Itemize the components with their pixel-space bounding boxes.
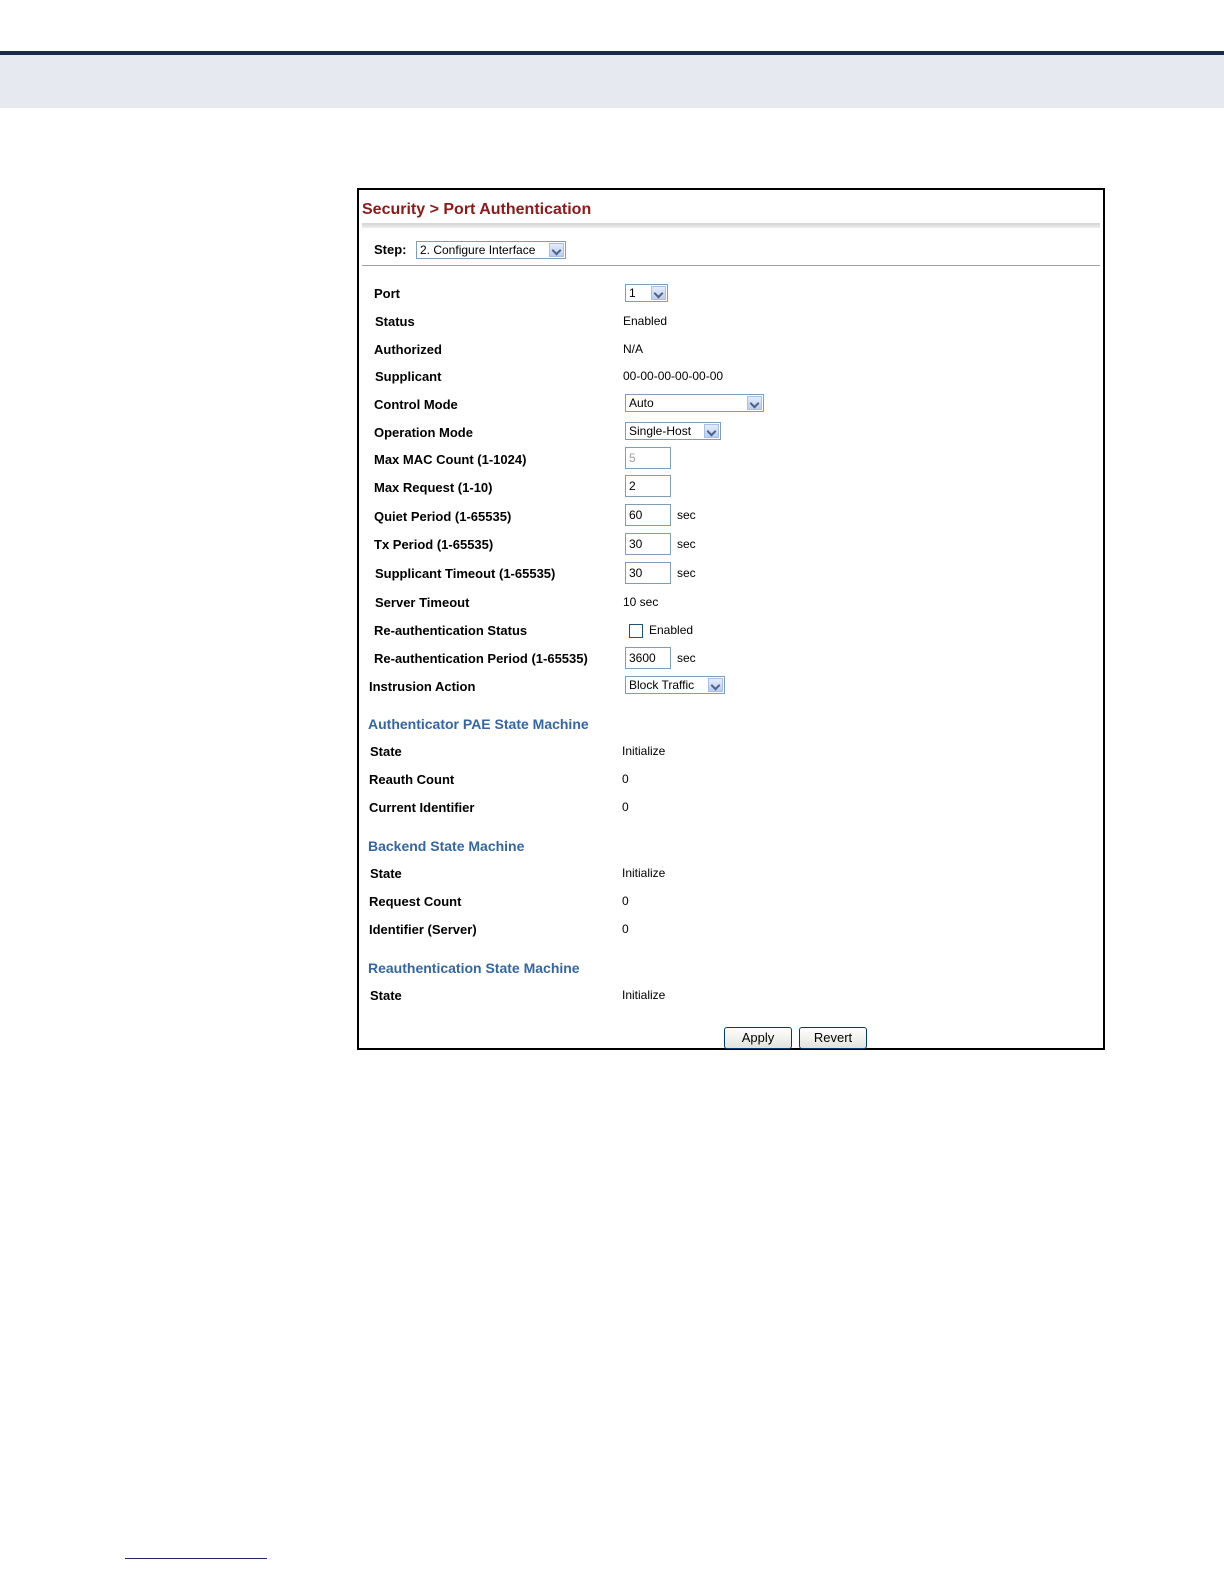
intrusion-action-label: Instrusion Action xyxy=(369,679,476,694)
control-mode-label: Control Mode xyxy=(374,397,458,412)
operation-mode-label: Operation Mode xyxy=(374,425,473,440)
chevron-down-icon xyxy=(704,424,719,438)
request-count-value: 0 xyxy=(622,894,629,908)
backend-heading: Backend State Machine xyxy=(368,838,525,854)
supplicant-value: 00-00-00-00-00-00 xyxy=(623,369,724,383)
tx-period-unit: sec xyxy=(677,537,696,551)
reauth-period-unit: sec xyxy=(677,651,696,665)
server-timeout-label: Server Timeout xyxy=(375,595,470,610)
reauth-status-label: Re-authentication Status xyxy=(374,623,528,638)
status-value: Enabled xyxy=(623,314,668,328)
identifier-server-label: Identifier (Server) xyxy=(369,922,477,937)
chevron-down-icon xyxy=(747,396,762,410)
quiet-period-label: Quiet Period (1-65535) xyxy=(374,509,512,524)
step-select[interactable]: 2. Configure Interface xyxy=(416,241,566,259)
server-timeout-value: 10 sec xyxy=(623,595,659,609)
backend-state-label: State xyxy=(370,866,402,881)
max-mac-count-label: Max MAC Count (1-1024) xyxy=(374,452,527,467)
operation-mode-select-value: Single-Host xyxy=(629,424,692,438)
footer-rule xyxy=(125,1558,267,1559)
max-request-label: Max Request (1-10) xyxy=(374,480,493,495)
chevron-down-icon xyxy=(549,243,564,257)
request-count-label: Request Count xyxy=(369,894,462,909)
quiet-period-unit: sec xyxy=(677,508,696,522)
max-mac-count-input[interactable]: 5 xyxy=(625,447,671,469)
pae-state-label: State xyxy=(370,744,402,759)
authenticator-pae-heading: Authenticator PAE State Machine xyxy=(368,716,589,732)
backend-state-value: Initialize xyxy=(622,866,666,880)
apply-button[interactable]: Apply xyxy=(724,1027,792,1049)
reauth-count-label: Reauth Count xyxy=(369,772,455,787)
operation-mode-select[interactable]: Single-Host xyxy=(625,422,721,440)
authorized-value: N/A xyxy=(623,342,644,356)
max-request-input[interactable]: 2 xyxy=(625,475,671,497)
step-select-value: 2. Configure Interface xyxy=(420,243,536,257)
port-select[interactable]: 1 xyxy=(625,284,668,302)
supplicant-label: Supplicant xyxy=(375,369,442,384)
current-identifier-label: Current Identifier xyxy=(369,800,475,815)
header-band xyxy=(0,55,1224,108)
revert-button[interactable]: Revert xyxy=(799,1027,867,1049)
reauth-period-label: Re-authentication Period (1-65535) xyxy=(374,651,588,666)
title-divider xyxy=(362,223,1100,228)
authorized-label: Authorized xyxy=(374,342,442,357)
step-label: Step: xyxy=(374,242,407,257)
port-authentication-panel: Security > Port Authentication Step: 2. … xyxy=(357,188,1105,1050)
control-mode-select-value: Auto xyxy=(629,396,654,410)
status-label: Status xyxy=(375,314,415,329)
port-select-value: 1 xyxy=(629,286,636,300)
step-divider xyxy=(362,265,1100,266)
reauth-period-input[interactable]: 3600 xyxy=(625,647,671,669)
supplicant-timeout-input[interactable]: 30 xyxy=(625,562,671,584)
control-mode-select[interactable]: Auto xyxy=(625,394,764,412)
chevron-down-icon xyxy=(708,678,723,692)
reauthentication-heading: Reauthentication State Machine xyxy=(368,960,580,976)
page-title: Security > Port Authentication xyxy=(362,201,592,218)
port-label: Port xyxy=(374,286,400,301)
reauthentication-state-value: Initialize xyxy=(622,988,666,1002)
identifier-server-value: 0 xyxy=(622,922,629,936)
reauthentication-state-label: State xyxy=(370,988,402,1003)
tx-period-label: Tx Period (1-65535) xyxy=(374,537,494,552)
chevron-down-icon xyxy=(651,286,666,300)
current-identifier-value: 0 xyxy=(622,800,629,814)
reauth-status-checkbox-label: Enabled xyxy=(649,623,694,637)
quiet-period-input[interactable]: 60 xyxy=(625,504,671,526)
intrusion-action-select[interactable]: Block Traffic xyxy=(625,676,725,694)
reauth-count-value: 0 xyxy=(622,772,629,786)
supplicant-timeout-unit: sec xyxy=(677,566,696,580)
supplicant-timeout-label: Supplicant Timeout (1-65535) xyxy=(375,566,556,581)
reauth-status-checkbox[interactable] xyxy=(629,624,643,638)
pae-state-value: Initialize xyxy=(622,744,666,758)
intrusion-action-select-value: Block Traffic xyxy=(629,678,695,692)
tx-period-input[interactable]: 30 xyxy=(625,533,671,555)
